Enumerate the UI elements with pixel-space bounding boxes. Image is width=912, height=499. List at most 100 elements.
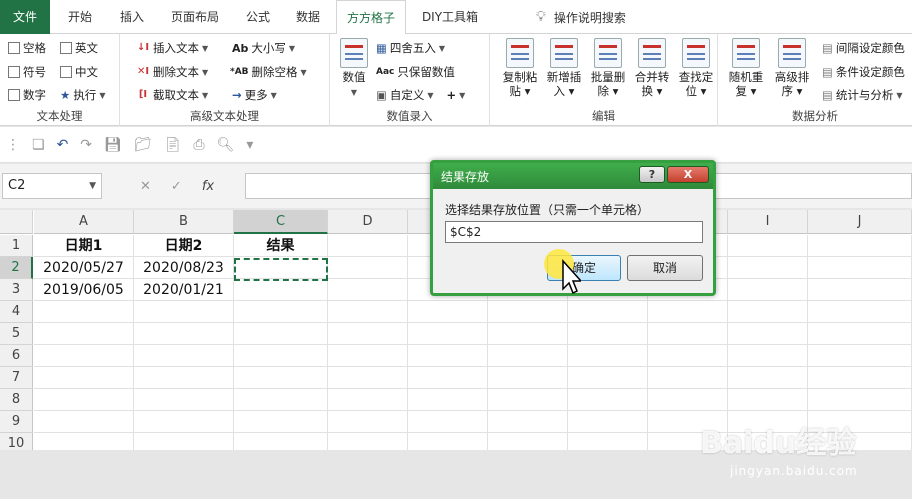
check-number[interactable]: 数字 <box>8 87 46 103</box>
numeric-button[interactable]: 数值 ▼ <box>334 38 374 100</box>
cell-b3[interactable]: 2020/01/21 <box>134 279 234 301</box>
cell-i5[interactable] <box>728 323 808 345</box>
fx-icon[interactable]: fx <box>202 179 214 194</box>
row-header[interactable]: 2 <box>0 257 33 279</box>
cell-f7[interactable] <box>488 367 568 389</box>
cell-i1[interactable] <box>728 235 808 257</box>
new-icon[interactable]: 📄︎ <box>164 137 182 153</box>
column-header[interactable]: I <box>728 210 808 234</box>
plus-icon[interactable]: + <box>447 88 457 102</box>
cell-e6[interactable] <box>408 345 488 367</box>
cell-e7[interactable] <box>408 367 488 389</box>
cell-g9[interactable] <box>568 411 648 433</box>
row-header[interactable]: 9 <box>0 411 33 433</box>
checkbox[interactable] <box>8 89 20 101</box>
cell-e4[interactable] <box>408 301 488 323</box>
cell-d1[interactable] <box>328 235 408 257</box>
tab-2[interactable]: 插入 <box>110 0 154 34</box>
analysis-button-0[interactable]: 随机重复 ▾ <box>726 38 766 98</box>
row-header[interactable]: 4 <box>0 301 33 323</box>
delete-space-button[interactable]: *AB 删除空格 ▼ <box>230 64 307 80</box>
cell-c3[interactable] <box>234 279 328 301</box>
cell-f8[interactable] <box>488 389 568 411</box>
row-header[interactable]: 3 <box>0 279 33 301</box>
help-button[interactable]: ? <box>639 166 665 183</box>
cell-d4[interactable] <box>328 301 408 323</box>
cell-c4[interactable] <box>234 301 328 323</box>
cell-a2[interactable]: 2020/05/27 <box>34 257 134 279</box>
cell-g7[interactable] <box>568 367 648 389</box>
column-header[interactable]: B <box>134 210 234 234</box>
case-button[interactable]: Ab 大小写 ▼ <box>232 40 295 56</box>
copy-icon[interactable]: ❏ <box>32 137 45 153</box>
row-header[interactable]: 5 <box>0 323 33 345</box>
extract-text-button[interactable]: [I 截取文本 ▼ <box>136 87 208 103</box>
cell-j8[interactable] <box>808 389 912 411</box>
tab-6[interactable]: 方方格子 <box>336 0 406 35</box>
cell-g8[interactable] <box>568 389 648 411</box>
cell-e8[interactable] <box>408 389 488 411</box>
open-icon[interactable]: 📁︎ <box>134 137 152 153</box>
cell-d2[interactable] <box>328 257 408 279</box>
result-location-input[interactable]: $C$2 <box>445 221 703 243</box>
print-icon[interactable]: ⎙ <box>193 137 204 153</box>
preview-icon[interactable]: 🔍︎ <box>217 137 235 153</box>
cell-b8[interactable] <box>134 389 234 411</box>
cancel-icon[interactable]: ✕ <box>140 179 151 194</box>
cell-i2[interactable] <box>728 257 808 279</box>
cell-e5[interactable] <box>408 323 488 345</box>
checkbox[interactable] <box>8 66 20 78</box>
checkbox[interactable] <box>60 42 72 54</box>
cell-i6[interactable] <box>728 345 808 367</box>
cell-h5[interactable] <box>648 323 728 345</box>
check-icon[interactable]: ✓ <box>171 179 182 194</box>
cell-h8[interactable] <box>648 389 728 411</box>
cell-a6[interactable] <box>34 345 134 367</box>
cell-b7[interactable] <box>134 367 234 389</box>
keep-values-button[interactable]: Aac 只保留数值 <box>376 64 455 80</box>
cell-i8[interactable] <box>728 389 808 411</box>
cell-c7[interactable] <box>234 367 328 389</box>
tab-0[interactable]: 文件 <box>0 0 50 34</box>
close-button[interactable]: X <box>667 166 709 183</box>
insert-text-button[interactable]: ↓I 插入文本 ▼ <box>136 40 208 56</box>
cell-j1[interactable] <box>808 235 912 257</box>
chevron-down-icon[interactable]: ▼ <box>89 174 96 198</box>
cell-g6[interactable] <box>568 345 648 367</box>
row-header[interactable]: 7 <box>0 367 33 389</box>
cell-b4[interactable] <box>134 301 234 323</box>
row-header[interactable]: 6 <box>0 345 33 367</box>
checkbox[interactable] <box>8 42 20 54</box>
analysis-button-1[interactable]: 高级排序 ▾ <box>772 38 812 98</box>
dialog-titlebar[interactable]: 结果存放 ? X <box>433 163 713 189</box>
delete-text-button[interactable]: ✕I 删除文本 ▼ <box>136 64 208 80</box>
cell-b6[interactable] <box>134 345 234 367</box>
cell-f6[interactable] <box>488 345 568 367</box>
edit-button-4[interactable]: 查找定位 ▾ <box>676 38 716 98</box>
tell-me-search[interactable]: 💡︎ 操作说明搜索 <box>536 0 626 34</box>
cell-b1[interactable]: 日期2 <box>134 235 234 257</box>
cell-i4[interactable] <box>728 301 808 323</box>
customize-toolbar-icon[interactable]: ▾ <box>246 137 253 153</box>
condition-color-button[interactable]: ▤ 条件设定颜色 <box>822 64 905 80</box>
column-header[interactable]: J <box>808 210 912 234</box>
cell-j7[interactable] <box>808 367 912 389</box>
cell-b9[interactable] <box>134 411 234 433</box>
column-header[interactable]: A <box>34 210 134 234</box>
more-button[interactable]: → 更多 ▼ <box>232 87 277 103</box>
cell-a1[interactable]: 日期1 <box>34 235 134 257</box>
edit-button-0[interactable]: 复制粘贴 ▾ <box>500 38 540 98</box>
column-header[interactable]: D <box>328 210 408 234</box>
cell-h7[interactable] <box>648 367 728 389</box>
cell-a3[interactable]: 2019/06/05 <box>34 279 134 301</box>
cell-a5[interactable] <box>34 323 134 345</box>
round-button[interactable]: ▦ 四舍五入 ▼ <box>376 40 445 56</box>
cell-j5[interactable] <box>808 323 912 345</box>
cell-a4[interactable] <box>34 301 134 323</box>
interval-color-button[interactable]: ▤ 间隔设定颜色 <box>822 40 905 56</box>
cell-c9[interactable] <box>234 411 328 433</box>
cell-i3[interactable] <box>728 279 808 301</box>
undo-icon[interactable]: ↶ <box>57 137 69 153</box>
edit-button-1[interactable]: 新增插入 ▾ <box>544 38 584 98</box>
checkbox[interactable] <box>60 66 72 78</box>
